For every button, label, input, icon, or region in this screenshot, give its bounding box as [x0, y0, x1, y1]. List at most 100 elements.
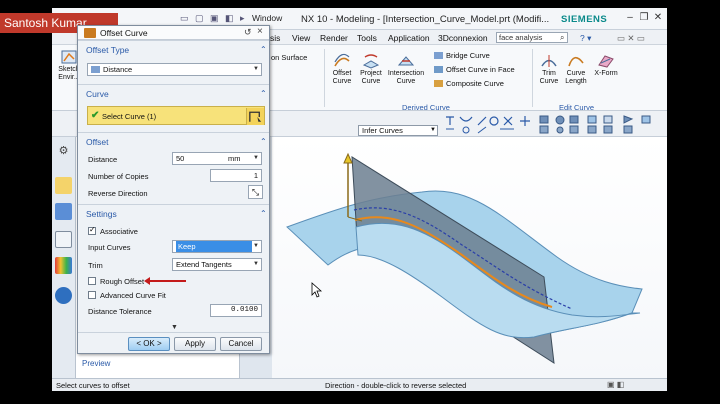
reverse-direction-label: Reverse Direction: [88, 189, 148, 198]
command-search-input[interactable]: face analysis: [496, 32, 568, 43]
dialog-title: Offset Curve: [100, 28, 148, 38]
more-options-icon[interactable]: ▼: [171, 324, 178, 331]
menu-application[interactable]: Application: [388, 33, 430, 43]
search-icon[interactable]: ⌕: [560, 33, 564, 43]
settings-header[interactable]: Settings: [86, 209, 117, 219]
rough-offset-checkbox[interactable]: [88, 277, 96, 285]
snap-point-icons[interactable]: [444, 113, 534, 135]
copies-label: Number of Copies: [88, 172, 149, 181]
menu-view[interactable]: View: [292, 33, 310, 43]
part-navigator-icon[interactable]: [55, 177, 72, 194]
preview-section-label[interactable]: Preview: [82, 359, 110, 368]
distance-icon: [91, 66, 100, 73]
collapse-icon[interactable]: ⌃: [260, 137, 267, 146]
distance-tolerance-input[interactable]: 0.0100: [210, 304, 262, 317]
copies-input[interactable]: 1: [210, 169, 262, 182]
dialog-title-bar[interactable]: Offset Curve ↺ ×: [78, 26, 269, 40]
intersection-curve-button[interactable]: Intersection Curve: [386, 53, 426, 86]
offset-curve-button[interactable]: Offset Curve: [329, 53, 355, 86]
graphics-window[interactable]: [272, 137, 667, 378]
trim-select[interactable]: Extend Tangents ▼: [172, 258, 262, 271]
status-line: Direction - double-click to reverse sele…: [325, 381, 467, 390]
offset-type-header[interactable]: Offset Type: [86, 45, 129, 55]
dialog-close-icon[interactable]: ×: [257, 26, 263, 37]
trim-curve-button[interactable]: Trim Curve: [538, 53, 560, 86]
reuse-library-icon[interactable]: [55, 257, 72, 274]
cancel-button[interactable]: Cancel: [220, 337, 262, 351]
status-icons[interactable]: ▣ ◧: [607, 380, 624, 389]
check-icon: ✔: [91, 110, 100, 121]
project-curve-icon: [362, 54, 380, 69]
annotation-arrow: [144, 277, 186, 285]
xform-button[interactable]: X-Form: [592, 53, 620, 78]
chevron-down-icon: ▼: [253, 155, 259, 161]
select-curve-field[interactable]: ✔ Select Curve (1): [87, 106, 265, 125]
collapse-icon[interactable]: ⌃: [260, 209, 267, 218]
minimize-button[interactable]: –: [623, 11, 637, 24]
ribbon-options-icon[interactable]: ▭ ✕ ▭: [617, 33, 645, 44]
associative-label: Associative: [100, 227, 138, 236]
reverse-direction-button[interactable]: ⤡: [248, 185, 263, 199]
window-menu[interactable]: Window: [252, 13, 282, 23]
input-curves-select[interactable]: Keep ▼: [172, 240, 262, 253]
bridge-curve-button[interactable]: Bridge Curve: [434, 51, 490, 60]
distance-input[interactable]: 50 mm ▼: [172, 152, 262, 165]
menu-tools[interactable]: Tools: [357, 33, 377, 43]
offset-type-select[interactable]: Distance ▼: [87, 63, 262, 76]
composite-curve-icon: [434, 80, 443, 87]
offset-in-face-icon: [434, 66, 443, 73]
offset-curve-dialog: Offset Curve ↺ × Offset Type ⌃ Distance …: [77, 25, 270, 354]
on-surface-label[interactable]: on Surface: [271, 53, 307, 62]
restore-button[interactable]: ❐: [637, 11, 651, 24]
apply-button[interactable]: Apply: [174, 337, 216, 351]
sketch-icon: [61, 50, 77, 64]
distance-label: Distance: [88, 155, 118, 164]
offset-curve-in-face-button[interactable]: Offset Curve in Face: [434, 65, 515, 74]
dialog-button-row: [78, 332, 269, 333]
bridge-curve-icon: [434, 52, 443, 59]
ok-button[interactable]: < OK >: [128, 337, 170, 351]
offset-header[interactable]: Offset: [86, 137, 109, 147]
gear-icon[interactable]: ⚙: [55, 143, 72, 160]
menu-render[interactable]: Render: [320, 33, 348, 43]
distance-unit[interactable]: mm: [228, 153, 241, 164]
settings-section: Settings ⌃ Associative Input Curves Keep…: [78, 204, 269, 324]
curve-rule-select[interactable]: Infer Curves ▼: [358, 125, 438, 136]
web-browser-icon[interactable]: [55, 287, 72, 304]
advanced-curve-fit-checkbox[interactable]: [88, 291, 96, 299]
ribbon-separator: [324, 49, 325, 107]
offset-curve-dialog-icon: [84, 28, 96, 38]
collapse-icon[interactable]: ⌃: [260, 45, 267, 54]
close-button[interactable]: ✕: [651, 11, 665, 24]
chevron-down-icon: ▼: [430, 127, 436, 133]
curve-length-button[interactable]: Curve Length: [563, 53, 589, 86]
offset-type-section: Offset Type ⌃ Distance ▼: [78, 40, 269, 84]
constraint-navigator-icon[interactable]: [55, 231, 72, 248]
collapse-icon[interactable]: ⌃: [260, 89, 267, 98]
chevron-down-icon: ▼: [253, 66, 259, 72]
chevron-down-icon: ▼: [253, 243, 259, 249]
associative-checkbox[interactable]: [88, 225, 96, 235]
select-curve-label: Select Curve (1): [102, 112, 157, 121]
project-curve-button[interactable]: Project Curve: [357, 53, 385, 86]
chevron-down-icon: ▼: [253, 261, 259, 267]
model-viewport[interactable]: [272, 137, 667, 378]
resource-bar: ⚙: [52, 137, 76, 378]
menu-analysis[interactable]: sis: [270, 33, 280, 43]
window-title: NX 10 - Modeling - [Intersection_Curve_M…: [301, 14, 550, 25]
help-icon[interactable]: ? ▾: [580, 33, 591, 44]
curve-length-icon: [568, 56, 584, 67]
view-toolbar-icons[interactable]: [538, 113, 658, 135]
mouse-cursor-icon: [311, 282, 323, 298]
select-curve-icon[interactable]: [246, 108, 264, 125]
direction-arrow-head[interactable]: [343, 152, 353, 164]
trim-label: Trim: [88, 261, 103, 270]
curve-header[interactable]: Curve: [86, 89, 109, 99]
assembly-navigator-icon[interactable]: [55, 203, 72, 220]
composite-curve-button[interactable]: Composite Curve: [434, 79, 504, 88]
offset-curve-icon: [334, 53, 350, 67]
xform-icon: [598, 55, 614, 68]
reset-icon[interactable]: ↺: [244, 27, 252, 38]
quick-access-toolbar[interactable]: ▭ ▢ ▣ ◧ ▸: [180, 13, 247, 24]
menu-3dconnexion[interactable]: 3Dconnexion: [438, 33, 488, 43]
